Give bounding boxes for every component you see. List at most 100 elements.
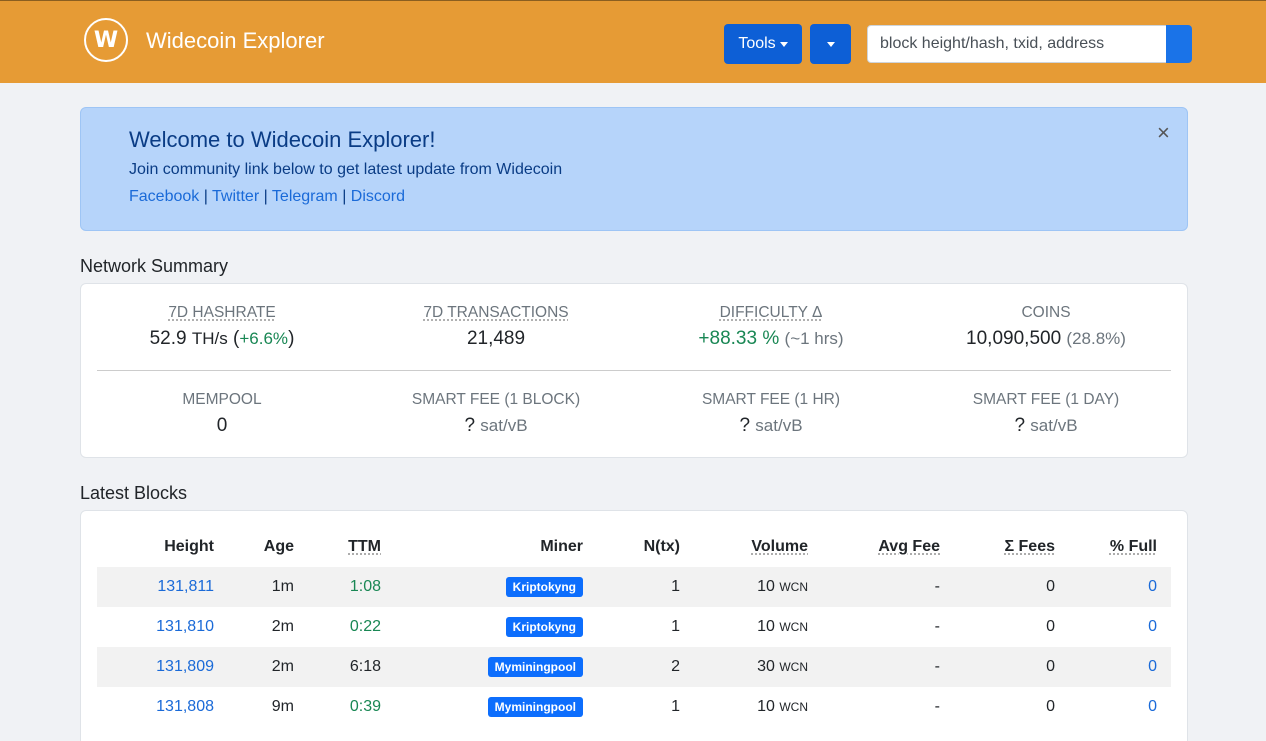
block-full[interactable]: 0 [1069,687,1171,727]
fee-value: ? [1014,415,1026,436]
search-input[interactable] [867,25,1167,63]
brand-title[interactable]: Widecoin Explorer [146,28,325,54]
alert-text: Join community link below to get latest … [129,161,563,178]
miner-badge[interactable]: Kriptokyng [505,617,583,637]
fee-unit: sat/vB [1030,416,1078,435]
stat-coins: COINS 10,090,500 (28.8%) [921,304,1171,350]
hashrate-value: 52.9 [149,328,187,349]
miner-badge[interactable]: Myminingpool [487,697,583,717]
block-height-link[interactable]: 131,808 [97,687,228,727]
stat-label: SMART FEE (1 DAY) [972,391,1120,408]
coins-pct: (28.8%) [1066,329,1126,348]
coins-value: 10,090,500 [966,328,1062,349]
stat-label[interactable]: 7D TRANSACTIONS [371,304,621,322]
block-avg-fee: - [822,567,954,607]
block-height-link[interactable]: 131,811 [97,567,228,607]
block-ntx: 1 [671,698,680,715]
fee-unit: sat/vB [755,416,803,435]
blocks-table: Height Age TTM Miner N(tx) Volume Avg Fe… [97,527,1171,727]
table-header-row: Height Age TTM Miner N(tx) Volume Avg Fe… [97,527,1171,567]
block-fees: 0 [954,567,1069,607]
stat-transactions: 7D TRANSACTIONS 21,489 [371,304,621,350]
network-summary-card: 7D HASHRATE 52.9 TH/s (+6.6%) 7D TRANSAC… [80,283,1188,458]
stat-label: SMART FEE (1 BLOCK) [411,391,581,408]
tools-button[interactable]: Tools [724,24,802,64]
miner-badge[interactable]: Myminingpool [487,657,583,677]
community-links: Facebook | Twitter | Telegram | Discord [129,188,405,206]
block-height-link[interactable]: 131,809 [97,647,228,687]
col-full[interactable]: % Full [1069,527,1171,567]
stat-label: COINS [1021,304,1071,321]
link-separator: | [203,188,208,205]
menu-dropdown-button[interactable] [810,24,851,64]
col-avg-fee[interactable]: Avg Fee [822,527,954,567]
table-row: 131,811 1m 1:08 Kriptokyng 1 10 WCN - 0 … [97,567,1171,607]
block-miner: Myminingpool [395,647,597,687]
tools-label: Tools [738,35,776,52]
block-full[interactable]: 0 [1069,567,1171,607]
block-volume: 10 WCN [694,567,822,607]
table-row: 131,809 2m 6:18 Myminingpool 2 30 WCN - … [97,647,1171,687]
stat-label[interactable]: DIFFICULTY Δ [646,304,896,322]
stat-label: SMART FEE (1 HR) [701,391,841,408]
block-miner: Myminingpool [395,687,597,727]
block-age: 1m [228,567,308,607]
link-separator: | [342,188,347,205]
telegram-link[interactable]: Telegram [272,188,338,205]
block-full[interactable]: 0 [1069,607,1171,647]
caret-down-icon [779,41,788,47]
close-icon[interactable]: × [1157,122,1170,144]
stat-label[interactable]: 7D HASHRATE [97,304,347,322]
alert-title: Welcome to Widecoin Explorer! [129,127,436,152]
hashrate-change: +6.6% [239,329,289,348]
facebook-link[interactable]: Facebook [129,188,199,205]
block-avg-fee: - [934,698,940,715]
search-button[interactable] [1166,25,1192,63]
block-age: 2m [228,647,308,687]
block-fees: 0 [1046,698,1055,715]
block-full[interactable]: 0 [1069,647,1171,687]
block-height-link[interactable]: 131,810 [97,607,228,647]
discord-link[interactable]: Discord [351,188,405,205]
block-avg-fee: - [822,647,954,687]
mempool-value[interactable]: 0 [97,415,347,437]
link-separator: | [263,188,268,205]
block-miner: Kriptokyng [395,567,597,607]
stat-fee-block: SMART FEE (1 BLOCK) ? sat/vB [371,391,621,437]
block-fees: 0 [954,647,1069,687]
col-volume[interactable]: Volume [694,527,822,567]
latest-blocks-card: Height Age TTM Miner N(tx) Volume Avg Fe… [80,510,1188,741]
fee-unit: sat/vB [480,416,528,435]
block-ntx: 1 [597,567,694,607]
welcome-alert: Welcome to Widecoin Explorer! Join commu… [80,107,1188,231]
table-row: 131,810 2m 0:22 Kriptokyng 1 10 WCN - 0 … [97,607,1171,647]
block-ttm: 6:18 [308,647,395,687]
col-ttm[interactable]: TTM [308,527,395,567]
miner-badge[interactable]: Kriptokyng [505,577,583,597]
stat-hashrate: 7D HASHRATE 52.9 TH/s (+6.6%) [97,304,347,350]
block-avg-fee: - [934,618,940,635]
logo-letter: W [93,27,119,53]
fee-value: ? [739,415,751,436]
fee-value: ? [464,415,476,436]
navbar: W Widecoin Explorer Tools [0,0,1266,83]
divider [97,370,1171,371]
col-ntx: N(tx) [643,538,680,555]
block-age: 9m [271,698,294,715]
col-age: Age [263,538,294,555]
block-ttm: 0:22 [349,618,381,635]
logo-icon[interactable]: W [84,18,128,62]
transactions-value: 21,489 [466,328,526,349]
stat-fee-day: SMART FEE (1 DAY) ? sat/vB [921,391,1171,437]
stat-mempool: MEMPOOL 0 [97,391,347,437]
block-miner: Kriptokyng [395,607,597,647]
block-volume: 10 WCN [757,698,808,715]
col-total-fees[interactable]: Σ Fees [954,527,1069,567]
difficulty-eta: (~1 hrs) [784,329,844,348]
block-age: 2m [271,618,294,635]
twitter-link[interactable]: Twitter [212,188,259,205]
col-height: Height [164,538,214,555]
block-fees: 0 [1046,618,1055,635]
difficulty-value: +88.33 % [698,328,780,349]
block-ttm: 1:08 [308,567,395,607]
